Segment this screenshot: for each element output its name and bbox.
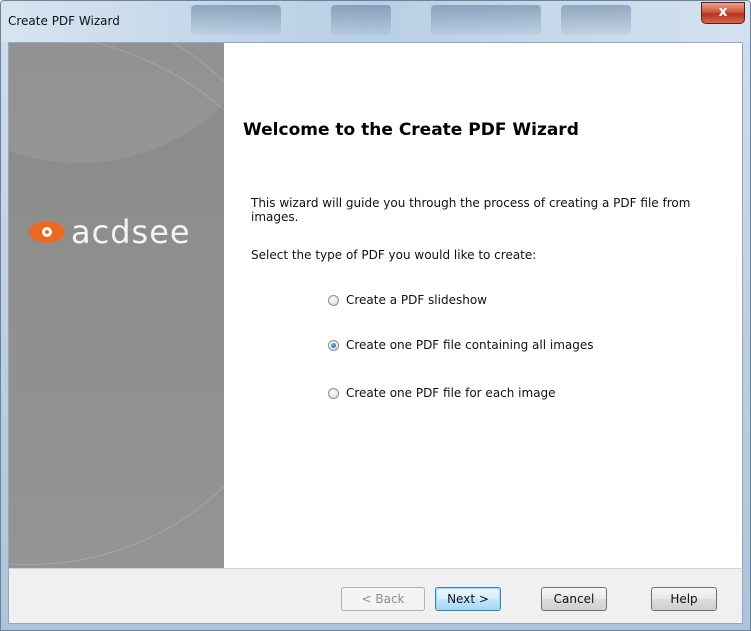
acdsee-logo-text: acdsee	[71, 213, 191, 251]
next-button[interactable]: Next >	[435, 587, 501, 611]
close-icon: x	[718, 4, 728, 20]
radio-button[interactable]	[328, 294, 339, 306]
pdf-type-option[interactable]: Create a PDF slideshow	[328, 293, 487, 307]
side-banner: acdsee	[9, 43, 224, 568]
title-bar[interactable]: Create PDF Wizard x	[1, 1, 750, 42]
title-bar-decoration	[431, 5, 541, 35]
radio-label: Create a PDF slideshow	[346, 293, 487, 307]
wizard-client-area: acdsee Welcome to the Create PDF Wizard …	[8, 42, 743, 624]
banner-curve	[9, 43, 224, 568]
button-bar: < Back Next > Cancel Help	[9, 568, 742, 623]
cancel-button[interactable]: Cancel	[541, 587, 607, 611]
pdf-type-option[interactable]: Create one PDF file containing all image…	[328, 338, 594, 352]
radio-button[interactable]	[328, 339, 339, 351]
wizard-description: This wizard will guide you through the p…	[251, 196, 691, 224]
radio-button[interactable]	[328, 387, 339, 399]
acdsee-logo: acdsee	[29, 215, 191, 249]
back-button[interactable]: < Back	[341, 587, 425, 611]
radio-label: Create one PDF file for each image	[346, 386, 556, 400]
pdf-type-prompt: Select the type of PDF you would like to…	[251, 248, 537, 262]
page-title: Welcome to the Create PDF Wizard	[243, 120, 579, 140]
acdsee-logo-icon	[29, 221, 65, 243]
wizard-window: Create PDF Wizard x acdsee Welcome to th…	[0, 0, 751, 631]
close-button[interactable]: x	[701, 2, 745, 24]
title-bar-decoration	[191, 5, 281, 35]
title-bar-decoration	[561, 5, 631, 35]
help-button[interactable]: Help	[651, 587, 717, 611]
title-bar-decoration	[331, 5, 391, 35]
radio-label: Create one PDF file containing all image…	[346, 338, 594, 352]
pdf-type-option[interactable]: Create one PDF file for each image	[328, 386, 556, 400]
window-title: Create PDF Wizard	[8, 14, 120, 28]
